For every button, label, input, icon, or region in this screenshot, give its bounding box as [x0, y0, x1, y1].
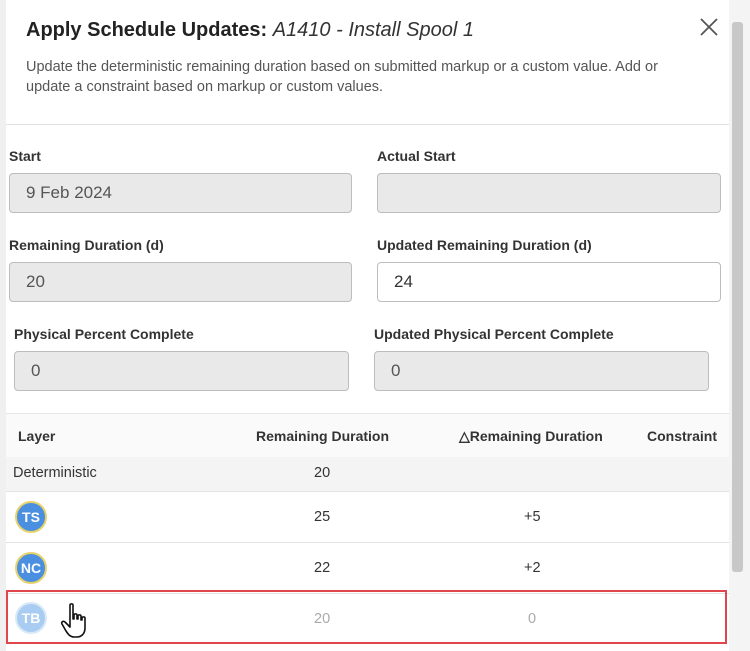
- layer-name: Deterministic: [13, 465, 97, 481]
- physical-percent-label: Physical Percent Complete: [14, 326, 194, 342]
- remaining-duration-cell: 20: [314, 465, 331, 481]
- dialog-title: Apply Schedule Updates: A1410 - Install …: [26, 19, 474, 42]
- dialog-title-prefix: Apply Schedule Updates:: [26, 19, 268, 41]
- remaining-duration-cell: 25: [314, 509, 331, 525]
- table-row[interactable]: NC 22 +2: [6, 543, 729, 594]
- table-row: Deterministic 20: [6, 457, 729, 492]
- avatar: NC: [15, 552, 47, 584]
- remaining-duration-field: 20: [9, 262, 352, 302]
- physical-percent-field: 0: [14, 351, 349, 391]
- delta-cell: +2: [524, 560, 541, 576]
- actual-start-field: [377, 173, 721, 213]
- dialog-header: Apply Schedule Updates: A1410 - Install …: [6, 0, 729, 125]
- hand-cursor-icon: [60, 603, 86, 638]
- scrollbar-thumb[interactable]: [732, 22, 743, 572]
- table-row[interactable]: TB 20 0: [6, 594, 729, 644]
- layers-table-header: Layer Remaining Duration △Remaining Dura…: [6, 413, 729, 458]
- avatar: TS: [15, 501, 47, 533]
- activity-name: A1410 - Install Spool 1: [272, 19, 474, 41]
- close-icon[interactable]: [696, 14, 722, 40]
- remaining-duration-cell: 20: [314, 611, 331, 627]
- column-remaining-duration: Remaining Duration: [256, 428, 390, 444]
- column-layer: Layer: [18, 428, 56, 444]
- column-constraint: Constraint: [647, 428, 717, 444]
- column-delta-remaining-duration: △Remaining Duration: [459, 428, 603, 444]
- updated-physical-percent-label: Updated Physical Percent Complete: [374, 326, 614, 342]
- delta-cell: 0: [528, 611, 537, 627]
- dialog-description: Update the deterministic remaining durat…: [26, 59, 658, 95]
- updated-physical-percent-field: 0: [374, 351, 709, 391]
- start-label: Start: [9, 148, 41, 164]
- start-field: 9 Feb 2024: [9, 173, 352, 213]
- apply-schedule-updates-dialog: Apply Schedule Updates: A1410 - Install …: [0, 0, 750, 651]
- remaining-duration-cell: 22: [314, 560, 331, 576]
- avatar: TB: [15, 602, 47, 634]
- remaining-duration-label: Remaining Duration (d): [9, 237, 164, 253]
- updated-remaining-duration-input[interactable]: 24: [377, 262, 721, 302]
- updated-remaining-duration-label: Updated Remaining Duration (d): [377, 237, 592, 253]
- delta-cell: +5: [524, 509, 541, 525]
- actual-start-label: Actual Start: [377, 148, 456, 164]
- table-row[interactable]: TS 25 +5: [6, 492, 729, 543]
